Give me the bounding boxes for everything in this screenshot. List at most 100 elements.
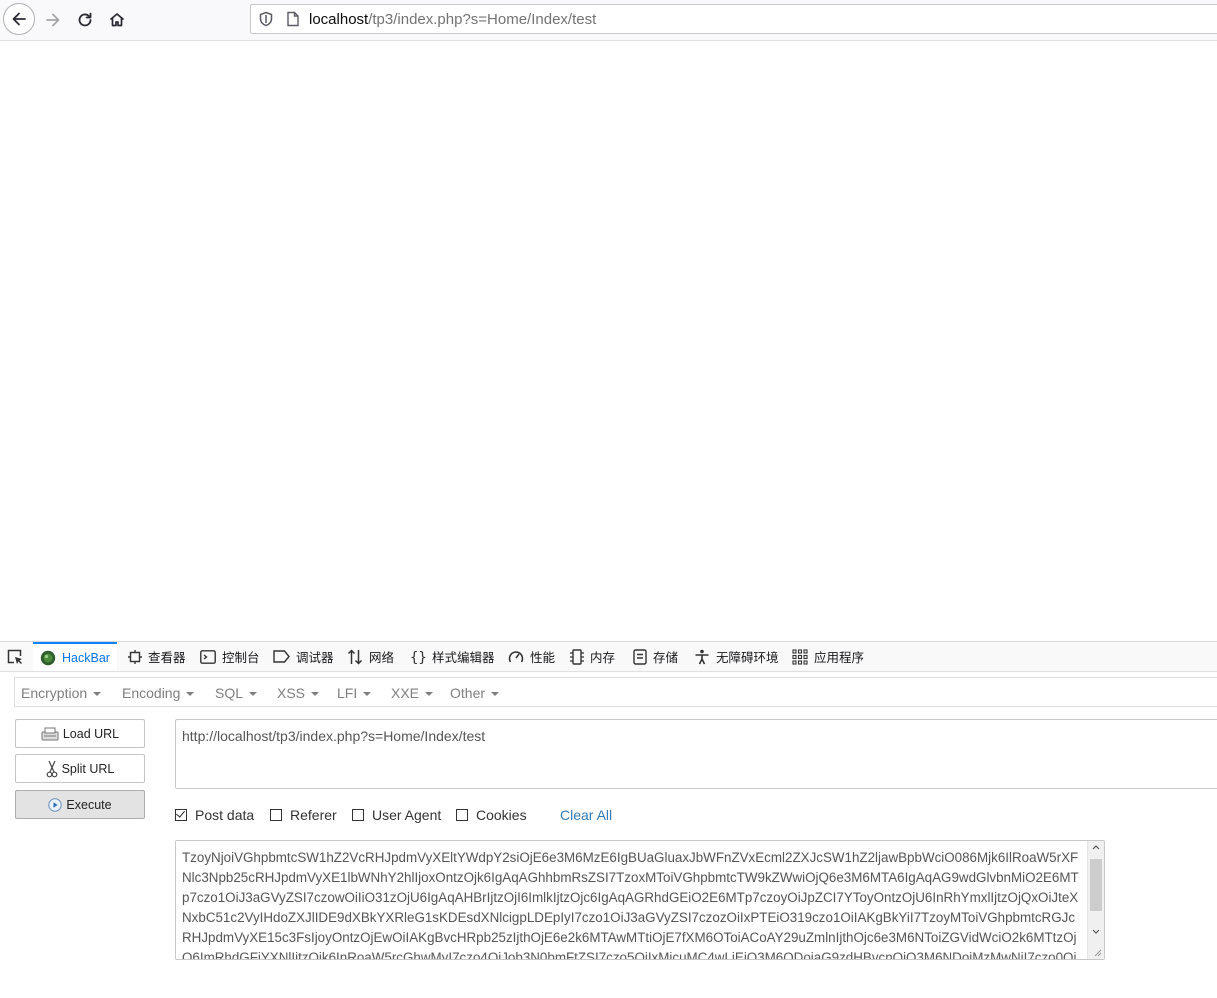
- url-textarea[interactable]: http://localhost/tp3/index.php?s=Home/In…: [175, 719, 1217, 789]
- network-icon: [347, 648, 363, 665]
- tab-label: 调试器: [296, 651, 334, 665]
- menu-xxe[interactable]: XXE: [391, 685, 434, 701]
- resize-grip-icon[interactable]: [1094, 949, 1102, 957]
- tab-label: 查看器: [148, 651, 186, 665]
- browser-toolbar: localhost/tp3/index.php?s=Home/Index/tes…: [0, 0, 1217, 41]
- chevron-down-icon: [425, 692, 434, 697]
- chevron-down-icon: [363, 692, 372, 697]
- menu-label: LFI: [337, 685, 358, 701]
- tab-performance[interactable]: 性能: [508, 642, 555, 671]
- tab-storage[interactable]: 存储: [633, 642, 678, 671]
- scissors-icon: [46, 760, 57, 777]
- url-host: localhost: [309, 11, 369, 28]
- menu-lfi[interactable]: LFI: [337, 685, 372, 701]
- devtools-tab-bar: HackBar 查看器 控制台 调试器 网络 {} 样式编辑器 性能 内存 存储…: [0, 642, 1217, 672]
- forward-button[interactable]: [37, 4, 69, 36]
- tracking-protection-shield-icon[interactable]: [258, 11, 274, 27]
- checkbox-icon: [352, 809, 364, 821]
- tab-inspector[interactable]: 查看器: [128, 642, 186, 671]
- menu-label: XSS: [277, 685, 306, 701]
- load-url-label: Load URL: [62, 726, 120, 741]
- chevron-down-icon: [491, 692, 500, 697]
- tab-application[interactable]: 应用程序: [792, 642, 864, 671]
- post-data-textarea[interactable]: TzoyNjoiVGhpbmtcSW1hZ2VcRHJpdmVyXEltYWdp…: [175, 840, 1105, 960]
- post-data-scrollbar[interactable]: [1087, 841, 1104, 959]
- tab-style-editor[interactable]: {} 样式编辑器: [410, 642, 495, 671]
- post-data-label: Post data: [195, 807, 255, 823]
- menu-xss[interactable]: XSS: [277, 685, 320, 701]
- checkbox-icon: [270, 809, 282, 821]
- svg-text:{}: {}: [410, 650, 426, 665]
- cookies-label: Cookies: [476, 807, 527, 823]
- execute-button[interactable]: Execute: [15, 790, 145, 819]
- performance-icon: [508, 650, 524, 662]
- menu-label: Other: [450, 685, 486, 701]
- tab-network[interactable]: 网络: [347, 642, 394, 671]
- chevron-down-icon: [249, 692, 258, 697]
- clear-all-link[interactable]: Clear All: [560, 807, 612, 823]
- forward-arrow-icon: [46, 13, 60, 27]
- tab-label: 样式编辑器: [432, 651, 495, 665]
- reload-icon: [78, 12, 92, 27]
- reload-button[interactable]: [69, 4, 101, 36]
- application-icon: [792, 648, 808, 665]
- tab-label: HackBar: [62, 650, 110, 665]
- tab-accessibility[interactable]: 无障碍环境: [694, 642, 779, 671]
- scroll-up-icon[interactable]: [1092, 844, 1100, 850]
- menu-label: SQL: [215, 685, 244, 701]
- checkbox-checked-icon: [175, 809, 187, 821]
- tab-debugger[interactable]: 调试器: [273, 642, 334, 671]
- tab-hackbar[interactable]: HackBar: [33, 642, 117, 671]
- menu-encoding[interactable]: Encoding: [122, 685, 195, 701]
- page-info-icon[interactable]: [286, 11, 300, 27]
- post-data-checkbox[interactable]: Post data: [175, 807, 254, 823]
- hackbar-icon: [40, 650, 56, 665]
- tab-label: 内存: [590, 651, 616, 665]
- menu-label: XXE: [391, 685, 420, 701]
- chevron-down-icon: [93, 692, 102, 697]
- chevron-down-icon: [186, 692, 195, 697]
- cookies-checkbox[interactable]: Cookies: [456, 807, 527, 823]
- back-arrow-icon: [12, 12, 26, 26]
- menu-other[interactable]: Other: [450, 685, 500, 701]
- home-button[interactable]: [101, 4, 133, 36]
- referer-label: Referer: [290, 807, 337, 823]
- referer-checkbox[interactable]: Referer: [270, 807, 337, 823]
- execute-label: Execute: [66, 797, 112, 812]
- home-icon: [109, 13, 125, 27]
- hackbar-menu-bar: Encryption Encoding SQL XSS LFI XXE Othe…: [14, 677, 1217, 707]
- url-textarea-value: http://localhost/tp3/index.php?s=Home/In…: [182, 728, 486, 744]
- element-picker-icon[interactable]: [6, 648, 24, 666]
- tab-console[interactable]: 控制台: [200, 642, 260, 671]
- user-agent-label: User Agent: [372, 807, 442, 823]
- menu-encryption[interactable]: Encryption: [21, 685, 102, 701]
- post-data-value: TzoyNjoiVGhpbmtcSW1hZ2VcRHJpdmVyXEltYWdp…: [182, 850, 1079, 960]
- chevron-down-icon: [311, 692, 320, 697]
- address-bar[interactable]: localhost/tp3/index.php?s=Home/Index/tes…: [250, 4, 1217, 34]
- user-agent-checkbox[interactable]: User Agent: [352, 807, 441, 823]
- menu-label: Encryption: [21, 685, 88, 701]
- load-url-button[interactable]: Load URL: [15, 719, 145, 748]
- tab-label: 无障碍环境: [716, 651, 779, 665]
- tab-memory[interactable]: 内存: [570, 642, 615, 671]
- url-path: /tp3/index.php?s=Home/Index/test: [368, 11, 597, 28]
- scrollbar-thumb[interactable]: [1090, 859, 1102, 911]
- style-editor-icon: {}: [410, 650, 426, 665]
- tab-label: 性能: [530, 651, 556, 665]
- tab-label: 存储: [653, 651, 679, 665]
- checkbox-icon: [456, 809, 468, 821]
- url-text: localhost/tp3/index.php?s=Home/Index/tes…: [309, 11, 596, 28]
- storage-icon: [633, 648, 647, 665]
- tab-label: 控制台: [222, 651, 260, 665]
- page-content: [0, 41, 1217, 641]
- play-icon: [48, 797, 63, 812]
- devtools-panel: HackBar 查看器 控制台 调试器 网络 {} 样式编辑器 性能 内存 存储…: [0, 641, 1217, 998]
- tab-label: 应用程序: [814, 651, 865, 665]
- back-button[interactable]: [3, 3, 35, 35]
- menu-label: Encoding: [122, 685, 181, 701]
- memory-icon: [570, 648, 584, 665]
- split-url-button[interactable]: Split URL: [15, 754, 145, 783]
- accessibility-icon: [695, 649, 709, 664]
- scroll-down-icon[interactable]: [1092, 929, 1100, 935]
- menu-sql[interactable]: SQL: [215, 685, 258, 701]
